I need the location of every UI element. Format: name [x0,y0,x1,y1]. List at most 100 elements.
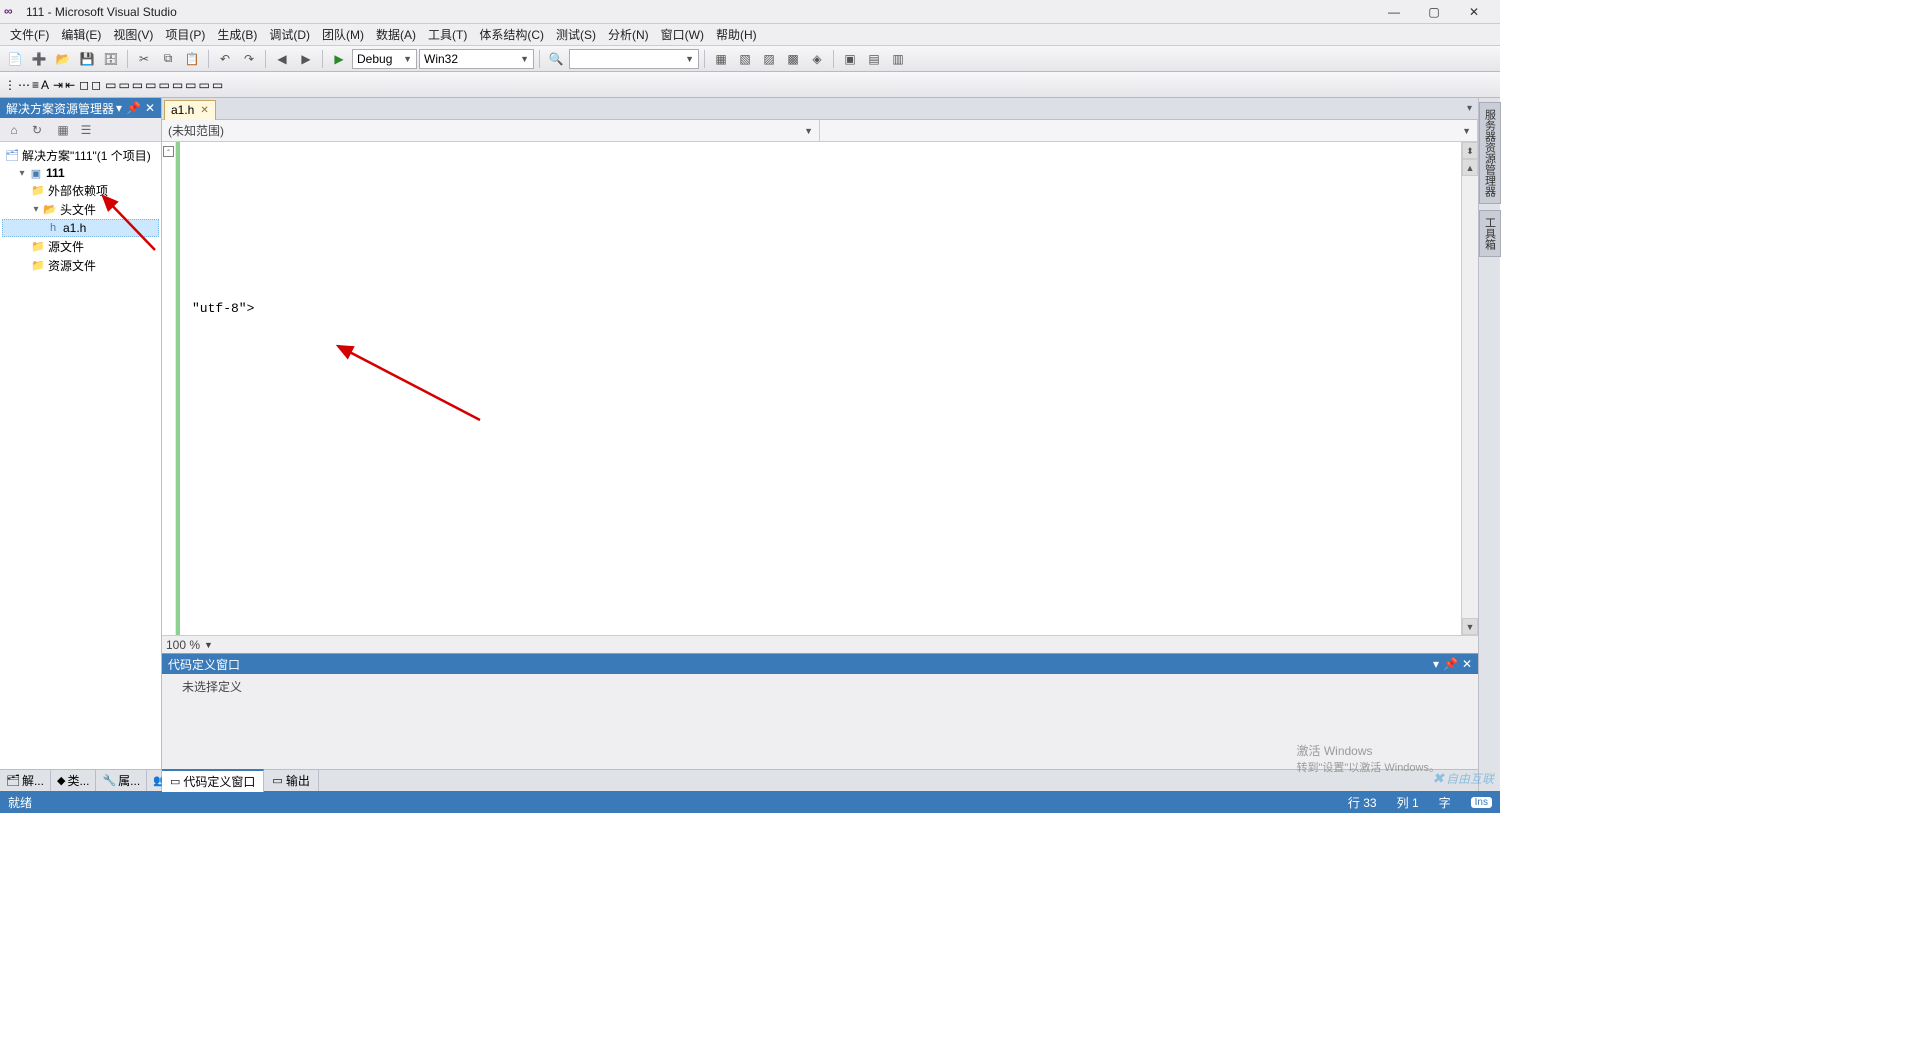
panel-close-icon[interactable]: ✕ [145,101,155,115]
tree-external-deps[interactable]: 📁 外部依赖项 [2,181,159,200]
se-tab-properties[interactable]: 🔧属... [96,770,147,791]
solution-tree[interactable]: 🗂 解决方案"111"(1 个项目) ▾ ▣ 111 📁 外部依赖项 ▾ 📂 头… [0,142,161,769]
menu-debug[interactable]: 调试(D) [263,24,316,45]
tb2-icon-8[interactable]: ▭ [172,78,183,92]
tab-a1h[interactable]: a1.h ✕ [164,100,216,120]
nav-back-button[interactable]: ◀ [271,49,293,69]
save-button[interactable]: 💾 [76,49,98,69]
zoom-level[interactable]: 100 % [166,638,200,652]
tb2-icon-3[interactable]: ▭ [105,78,116,92]
new-project-button[interactable]: 📄 [4,49,26,69]
maximize-button[interactable]: ▢ [1420,5,1448,19]
collapse-icon[interactable]: ▾ [30,204,42,215]
tb2-icon-5[interactable]: ▭ [132,78,143,92]
tabs-dropdown-icon[interactable]: ▾ [1461,103,1478,114]
menu-analyze[interactable]: 分析(N) [602,24,655,45]
zoom-dropdown-icon[interactable]: ▼ [204,640,213,650]
menu-tools[interactable]: 工具(T) [422,24,473,45]
tb-icon-4[interactable]: ▩ [782,49,804,69]
platform-combo[interactable]: Win32▼ [419,49,534,69]
vertical-scrollbar[interactable]: ⬍ ▲ ▼ [1461,142,1478,635]
tb-icon-3[interactable]: ▨ [758,49,780,69]
se-properties-button[interactable]: ☰ [76,121,96,139]
se-tab-solution[interactable]: 🗂解... [0,770,51,791]
tree-solution[interactable]: 🗂 解决方案"111"(1 个项目) [2,146,159,165]
paste-button[interactable]: 📋 [181,49,203,69]
tab-codedef[interactable]: ▭代码定义窗口 [162,769,264,792]
tb2-icon-11[interactable]: ▭ [212,78,223,92]
menu-help[interactable]: 帮助(H) [710,24,763,45]
redo-button[interactable]: ↷ [238,49,260,69]
tb-icon-5[interactable]: ◈ [806,49,828,69]
menu-file[interactable]: 文件(F) [4,24,55,45]
menu-build[interactable]: 生成(B) [211,24,263,45]
menu-team[interactable]: 团队(M) [316,24,370,45]
tb2-icon-4[interactable]: ▭ [118,78,129,92]
config-combo[interactable]: Debug▼ [352,49,417,69]
codedef-header[interactable]: 代码定义窗口 ▾ 📌 ✕ [162,654,1478,674]
tb-icon-8[interactable]: ▥ [887,49,909,69]
tree-sources-folder[interactable]: 📁 源文件 [2,237,159,256]
tb2-icon-9[interactable]: ▭ [185,78,196,92]
menu-window[interactable]: 窗口(W) [655,24,710,45]
uncomment-button[interactable]: ⋯ [18,78,30,92]
menu-view[interactable]: 视图(V) [107,24,159,45]
indent-button[interactable]: ⇥ [53,78,63,92]
tb-icon-7[interactable]: ▤ [863,49,885,69]
panel-dropdown-icon[interactable]: ▾ [1433,657,1439,671]
tab-close-icon[interactable]: ✕ [200,105,208,116]
tb-icon-6[interactable]: ▣ [839,49,861,69]
scope-combo[interactable]: (未知范围) ▼ [162,120,820,141]
menu-test[interactable]: 测试(S) [550,24,602,45]
server-explorer-tab[interactable]: 服务器资源管理器 [1479,102,1501,204]
cut-button[interactable]: ✂ [133,49,155,69]
scroll-down-button[interactable]: ▼ [1462,618,1478,635]
collapse-icon[interactable]: ▾ [16,168,28,179]
undo-button[interactable]: ↶ [214,49,236,69]
nav-fwd-button[interactable]: ▶ [295,49,317,69]
se-showall-button[interactable]: ▦ [53,121,73,139]
outline-margin[interactable]: - [162,142,176,635]
split-button[interactable]: ⬍ [1462,142,1478,159]
tree-file-a1h[interactable]: h a1.h [2,219,159,237]
close-button[interactable]: ✕ [1460,5,1488,19]
panel-pin-icon[interactable]: 📌 [126,101,141,115]
tb2-icon-1[interactable]: ◻ [79,78,89,92]
collapse-region-icon[interactable]: - [163,146,174,157]
menu-project[interactable]: 项目(P) [159,24,211,45]
scroll-up-button[interactable]: ▲ [1462,159,1478,176]
member-combo[interactable]: ▼ [820,120,1478,141]
tb-icon-1[interactable]: ▦ [710,49,732,69]
tb2-icon-10[interactable]: ▭ [199,78,210,92]
se-home-button[interactable]: ⌂ [4,121,24,139]
menu-data[interactable]: 数据(A) [370,24,422,45]
start-debug-button[interactable]: ▶ [328,49,350,69]
bookmark-button[interactable]: ≡ [32,78,39,92]
code-editor[interactable]: - "utf-8"> mini计算器 "text/css"</span>> bo… [162,142,1478,635]
tab-output[interactable]: ▭输出 [264,770,318,791]
toolbox-tab[interactable]: 工具箱 [1479,210,1501,257]
comment-button[interactable]: ⋮ [4,78,16,92]
find-button[interactable]: 🔍 [545,49,567,69]
copy-button[interactable]: ⧉ [157,49,179,69]
menu-edit[interactable]: 编辑(E) [55,24,107,45]
tb2-icon-7[interactable]: ▭ [158,78,169,92]
solution-explorer-header[interactable]: 解决方案资源管理器 ▾ 📌 ✕ [0,98,161,118]
tb2-icon-2[interactable]: ◻ [91,78,101,92]
code-text[interactable]: "utf-8"> mini计算器 "text/css"</span>> body… [180,142,1461,635]
minimize-button[interactable]: — [1380,5,1408,19]
se-refresh-button[interactable]: ↻ [27,121,47,139]
panel-close-icon[interactable]: ✕ [1462,657,1472,671]
save-all-button[interactable]: 🗄 [100,49,122,69]
tree-resources-folder[interactable]: 📁 资源文件 [2,256,159,275]
find-combo[interactable]: ▼ [569,49,699,69]
panel-dropdown-icon[interactable]: ▾ [116,101,122,115]
se-tab-class[interactable]: ◆类... [51,770,96,791]
menu-arch[interactable]: 体系结构(C) [473,24,550,45]
outdent-button[interactable]: ⇤ [65,78,75,92]
add-item-button[interactable]: ➕ [28,49,50,69]
tb-icon-2[interactable]: ▧ [734,49,756,69]
tree-project[interactable]: ▾ ▣ 111 [2,165,159,181]
tree-headers-folder[interactable]: ▾ 📂 头文件 [2,200,159,219]
open-button[interactable]: 📂 [52,49,74,69]
